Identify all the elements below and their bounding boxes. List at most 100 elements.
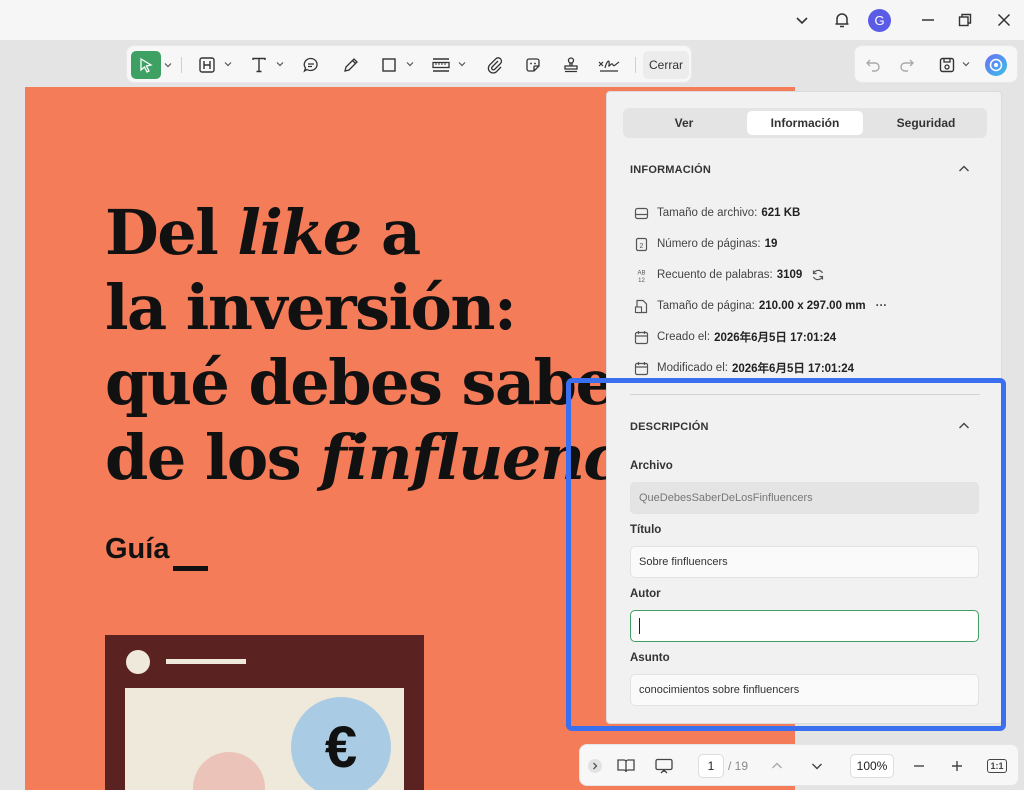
toolbar-divider [635,57,636,73]
svg-text:2: 2 [639,243,643,250]
select-tool-button[interactable] [131,51,161,79]
next-page-button[interactable] [806,755,828,777]
author-field[interactable] [630,610,979,642]
description-section-title: DESCRIPCIÓN [630,421,709,433]
tab-seguridad[interactable]: Seguridad [868,111,984,135]
attachment-tool-button[interactable] [481,51,509,79]
title-text: a [360,196,421,269]
stamp-tool-button[interactable] [557,51,585,79]
info-value: 19 [764,238,778,250]
pink-circle [193,752,265,790]
svg-text:AB: AB [637,270,645,276]
calendar-icon [633,329,649,345]
info-section-title: INFORMACIÓN [630,164,712,176]
subject-field[interactable]: conocimientos sobre finfluencers [630,674,979,706]
info-label: Creado el: [657,331,711,343]
shape-tool-button[interactable] [375,51,414,79]
save-icon [939,57,955,73]
close-toolbar-button[interactable]: Cerrar [643,51,689,79]
info-created: Creado el: 2026年6月5日 17:01:24 [633,328,836,346]
chevron-up-icon [772,762,782,769]
info-label: Modificado el: [657,362,728,374]
zoom-out-button[interactable] [908,755,930,777]
panel-tabs: Ver Información Seguridad [623,108,987,138]
ai-assistant-icon [985,54,1007,76]
text-tool-button[interactable] [245,51,284,79]
info-value: 210.00 x 297.00 mm [758,300,866,312]
info-word-count: AB 12 Recuento de palabras: 3109 [633,266,834,284]
actual-size-button[interactable]: 1:1 [986,755,1008,777]
title-field[interactable]: Sobre finfluencers [630,546,979,578]
undo-button[interactable] [861,51,885,79]
info-value: 2026年6月5日 17:01:24 [731,363,855,375]
author-field-label: Autor [630,588,661,600]
chevron-down-icon [812,763,822,770]
more-options-button[interactable]: ··· [876,300,888,312]
save-button[interactable] [935,51,970,79]
info-value: 3109 [776,269,803,281]
paperclip-icon [487,57,503,74]
calendar-icon [633,360,649,376]
signature-tool-button[interactable] [595,51,623,79]
properties-panel: Ver Información Seguridad INFORMACIÓN Ta… [606,91,1002,724]
text-cursor [639,618,640,634]
document-subtitle: Guía [105,533,170,565]
chevron-up-icon[interactable] [957,162,971,176]
restore-icon[interactable] [953,8,977,32]
info-page-size: Tamaño de página: 210.00 x 297.00 mm ··· [633,297,887,315]
info-value: 621 KB [761,207,801,219]
page-number-input[interactable]: 1 [698,754,724,778]
measure-tool-button[interactable] [427,51,466,79]
comment-icon [303,57,318,73]
drive-icon [633,205,649,221]
highlight-tool-button[interactable] [193,51,232,79]
zoom-level[interactable]: 100% [850,754,894,778]
chevron-down-icon [224,62,232,67]
rectangle-icon [382,58,396,72]
info-label: Número de páginas: [657,238,761,250]
file-field-label: Archivo [630,460,673,472]
close-icon[interactable] [992,8,1016,32]
tab-informacion[interactable]: Información [747,111,863,135]
chevron-down-icon [406,62,414,67]
text-icon [252,57,266,73]
page-count-icon: 2 [633,236,649,252]
reading-mode-button[interactable] [614,755,638,777]
chevron-up-icon[interactable] [957,419,971,433]
chevron-down-icon[interactable] [790,8,814,32]
bell-icon[interactable] [830,8,854,32]
word-count-icon: AB 12 [633,267,649,283]
svg-text:12: 12 [638,278,645,283]
zoom-in-button[interactable] [946,755,968,777]
subject-field-label: Asunto [630,652,670,664]
minimize-icon[interactable] [916,8,940,32]
info-page-count: 2 Número de páginas: 19 [633,235,777,253]
sticker-icon [526,58,540,72]
tab-ver[interactable]: Ver [626,111,742,135]
undo-icon [866,59,880,72]
avatar[interactable]: G [868,9,891,32]
actual-size-label: 1:1 [987,759,1007,773]
select-dropdown-button[interactable] [163,51,173,79]
page-size-icon [633,298,649,314]
present-button[interactable] [652,755,676,777]
info-file-size: Tamaño de archivo: 621 KB [633,204,800,222]
card-content: € [125,688,404,790]
chevron-down-icon [164,63,172,68]
expand-sidebar-button[interactable] [586,755,604,777]
refresh-icon[interactable] [810,267,826,283]
euro-icon: € [291,697,391,790]
illustration-card: € [105,635,424,790]
chevron-down-icon [276,62,284,67]
chevron-right-icon [588,759,602,773]
redo-button[interactable] [895,51,919,79]
pen-tool-button[interactable] [337,51,365,79]
ai-assistant-button[interactable] [983,51,1009,79]
presentation-icon [655,758,673,774]
comment-tool-button[interactable] [297,51,325,79]
minus-icon [914,765,924,767]
sticker-tool-button[interactable] [519,51,547,79]
plus-icon [952,761,962,771]
previous-page-button[interactable] [766,755,788,777]
info-modified: Modificado el: 2026年6月5日 17:01:24 [633,359,854,377]
